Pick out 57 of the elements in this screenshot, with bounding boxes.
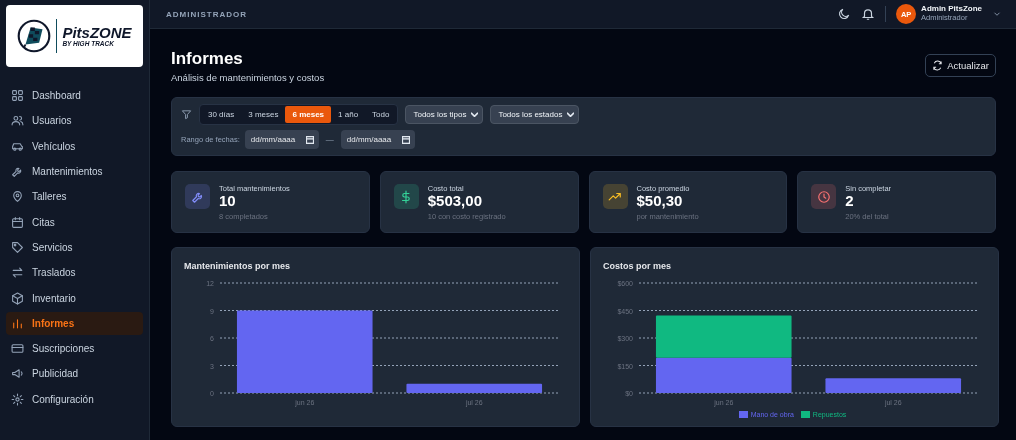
sidebar-item[interactable]: Publicidad xyxy=(6,362,143,386)
sidebar-item[interactable]: Configuración xyxy=(6,387,143,411)
section-label: ADMINISTRADOR xyxy=(166,9,247,19)
sidebar-item[interactable]: Servicios xyxy=(6,235,143,260)
period-tab[interactable]: Todo xyxy=(365,106,397,123)
date-field[interactable]: dd/mm/aaaa xyxy=(244,130,319,149)
box-icon xyxy=(11,291,24,305)
period-tab[interactable]: 6 meses xyxy=(285,106,332,123)
calendar-icon[interactable] xyxy=(305,135,314,144)
period-tab[interactable]: 30 días xyxy=(201,106,242,123)
sidebar-item[interactable]: Citas xyxy=(6,210,143,234)
date-field[interactable]: dd/mm/aaaa xyxy=(340,130,415,149)
chart-title: Mantenimientos por mes xyxy=(184,261,291,271)
page-subtitle: Análisis de mantenimientos y costos xyxy=(171,72,325,83)
calendar-icon[interactable] xyxy=(401,135,410,144)
stat-value: 10 xyxy=(219,193,237,210)
bell-icon[interactable] xyxy=(861,7,876,21)
sidebar-item[interactable]: Suscripciones xyxy=(6,336,143,361)
moon-icon[interactable] xyxy=(837,7,852,21)
refresh-button[interactable]: Actualizar xyxy=(925,54,996,77)
period-tab[interactable]: 1 año xyxy=(331,106,366,123)
user-name: Admin PitsZone xyxy=(921,5,982,15)
pin-icon xyxy=(11,190,24,204)
sidebar-item[interactable]: Inventario xyxy=(6,286,143,310)
refresh-icon xyxy=(932,60,944,71)
sidebar-item[interactable]: Talleres xyxy=(6,185,143,209)
stat-value: $503,00 xyxy=(427,193,483,210)
bar-chart-icon xyxy=(11,316,24,330)
period-tab[interactable]: 3 meses xyxy=(241,106,286,123)
type-dropdown[interactable]: Todos los tipos xyxy=(405,105,484,124)
clock-icon xyxy=(816,189,831,204)
settings-icon xyxy=(11,392,24,406)
grid-icon xyxy=(11,89,24,103)
checkered-flag-icon xyxy=(17,19,52,53)
sidebar-item[interactable]: Mantenimientos xyxy=(6,159,143,184)
card-icon xyxy=(11,342,24,356)
chevron-down-icon xyxy=(471,112,479,117)
status-dropdown[interactable]: Todos los estados xyxy=(490,105,580,124)
arrows-icon xyxy=(11,266,24,280)
wrench-icon xyxy=(11,165,24,179)
users-icon xyxy=(11,114,24,128)
page-title: Informes xyxy=(171,49,244,69)
filter-icon xyxy=(181,109,192,120)
megaphone-icon xyxy=(11,367,24,381)
chart-title: Costos por mes xyxy=(603,261,671,271)
tag-icon xyxy=(11,240,24,254)
stat-value: 2 xyxy=(845,193,855,210)
stat-value: $50,30 xyxy=(636,193,683,210)
sidebar-item[interactable]: Informes xyxy=(6,311,143,335)
sidebar-item[interactable]: Traslados xyxy=(6,261,143,285)
sidebar-item[interactable]: Usuarios xyxy=(6,109,143,133)
sidebar-item[interactable]: Dashboard xyxy=(6,84,143,108)
chevron-down-icon xyxy=(567,112,575,117)
range-separator: — xyxy=(325,135,334,144)
sidebar-item[interactable]: Vehículos xyxy=(6,134,143,158)
logo-name: PitsZONE xyxy=(62,25,132,40)
calendar-icon xyxy=(11,215,24,229)
